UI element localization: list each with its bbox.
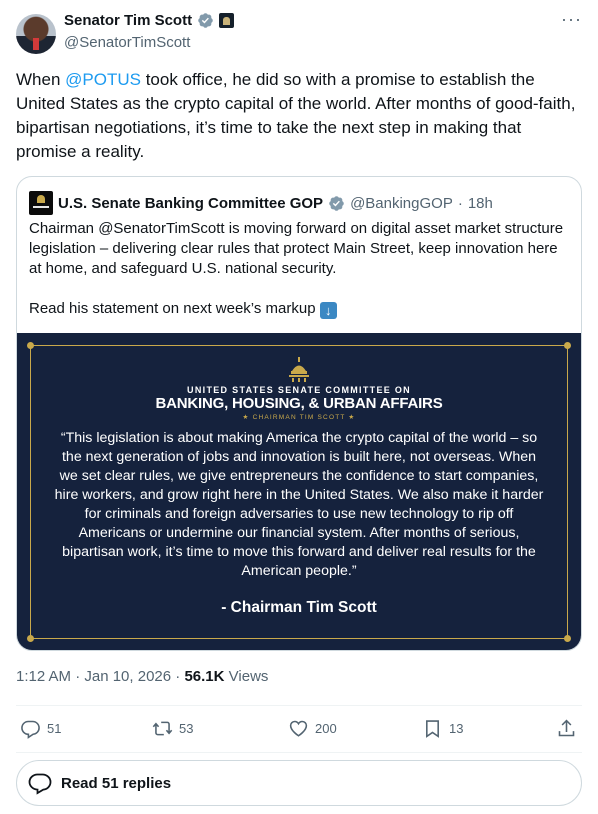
- tweet-text: When @POTUS took office, he did so with …: [16, 70, 576, 161]
- quoted-avatar[interactable]: [29, 191, 53, 215]
- quoted-paragraph: Read his statement on next week’s markup…: [29, 299, 569, 319]
- timestamp[interactable]: 1:12 AM · Jan 10, 2026: [16, 668, 171, 685]
- quoted-display-name: U.S. Senate Banking Committee GOP: [58, 194, 324, 212]
- like-count: 200: [315, 721, 337, 736]
- bookmark-button[interactable]: 13: [422, 718, 463, 739]
- verified-badge-icon: [329, 195, 344, 211]
- repost-count: 53: [179, 721, 194, 736]
- reply-count: 51: [47, 721, 62, 736]
- display-name[interactable]: Senator Tim Scott: [64, 12, 192, 29]
- committee-name-line2: BANKING, HOUSING, & URBAN AFFAIRS: [155, 395, 443, 412]
- more-options-icon[interactable]: ···: [561, 10, 582, 28]
- quoted-time: 18h: [467, 194, 493, 212]
- like-button[interactable]: 200: [288, 718, 337, 739]
- quoted-text: Chairman @SenatorTimScott is moving forw…: [29, 219, 569, 319]
- quoted-header: U.S. Senate Banking Committee GOP @Banki…: [29, 191, 493, 215]
- down-arrow-emoji-icon: ↓: [319, 302, 337, 319]
- tweet-header: Senator Tim Scott @SenatorTimScott ···: [16, 10, 582, 56]
- quoted-paragraph: Chairman @SenatorTimScott is moving forw…: [29, 220, 564, 277]
- author-name-row: Senator Tim Scott: [64, 12, 235, 29]
- repost-icon: [152, 721, 173, 736]
- frame-corner: [564, 342, 571, 349]
- dot-separator: ·: [457, 194, 463, 212]
- committee-chairman-line: ★ CHAIRMAN TIM SCOTT ★: [242, 414, 356, 421]
- dot-separator: ·: [175, 668, 181, 685]
- views-count: 56.1K: [184, 668, 225, 685]
- frame-corner: [27, 635, 34, 642]
- read-replies-button[interactable]: Read 51 replies: [16, 760, 582, 806]
- capitol-dome-icon: [289, 357, 309, 382]
- mention-link[interactable]: @POTUS: [65, 70, 141, 89]
- heart-icon: [289, 720, 308, 737]
- frame-corner: [564, 635, 571, 642]
- tweet-meta: 1:12 AM · Jan 10, 2026 · 56.1K Views: [16, 668, 268, 685]
- statement-image[interactable]: UNITED STATES SENATE COMMITTEE ON BANKIN…: [17, 333, 581, 650]
- statement-quote: “This legislation is about making Americ…: [54, 430, 544, 579]
- divider: [16, 752, 582, 753]
- views-label: Views: [228, 668, 269, 685]
- action-bar: 51 53 200 13: [16, 706, 582, 752]
- government-affiliate-icon[interactable]: [219, 13, 235, 28]
- frame-corner: [27, 342, 34, 349]
- read-replies-label: Read 51 replies: [61, 774, 172, 792]
- statement-attribution: - Chairman Tim Scott: [221, 599, 377, 616]
- committee-name-line1: UNITED STATES SENATE COMMITTEE ON: [187, 385, 411, 395]
- repost-button[interactable]: 53: [152, 718, 193, 739]
- avatar[interactable]: [16, 14, 56, 54]
- bookmark-icon: [426, 720, 439, 738]
- bookmark-count: 13: [449, 721, 464, 736]
- author-handle[interactable]: @SenatorTimScott: [64, 34, 190, 51]
- quoted-tweet[interactable]: U.S. Senate Banking Committee GOP @Banki…: [16, 176, 582, 651]
- verified-badge-icon: [198, 13, 213, 28]
- replies-bubble-icon: [28, 773, 52, 795]
- quoted-handle: @BankingGOP: [350, 194, 453, 212]
- share-icon: [558, 719, 575, 737]
- reply-button[interactable]: 51: [20, 718, 61, 739]
- reply-icon: [21, 720, 40, 739]
- share-button[interactable]: [556, 718, 577, 739]
